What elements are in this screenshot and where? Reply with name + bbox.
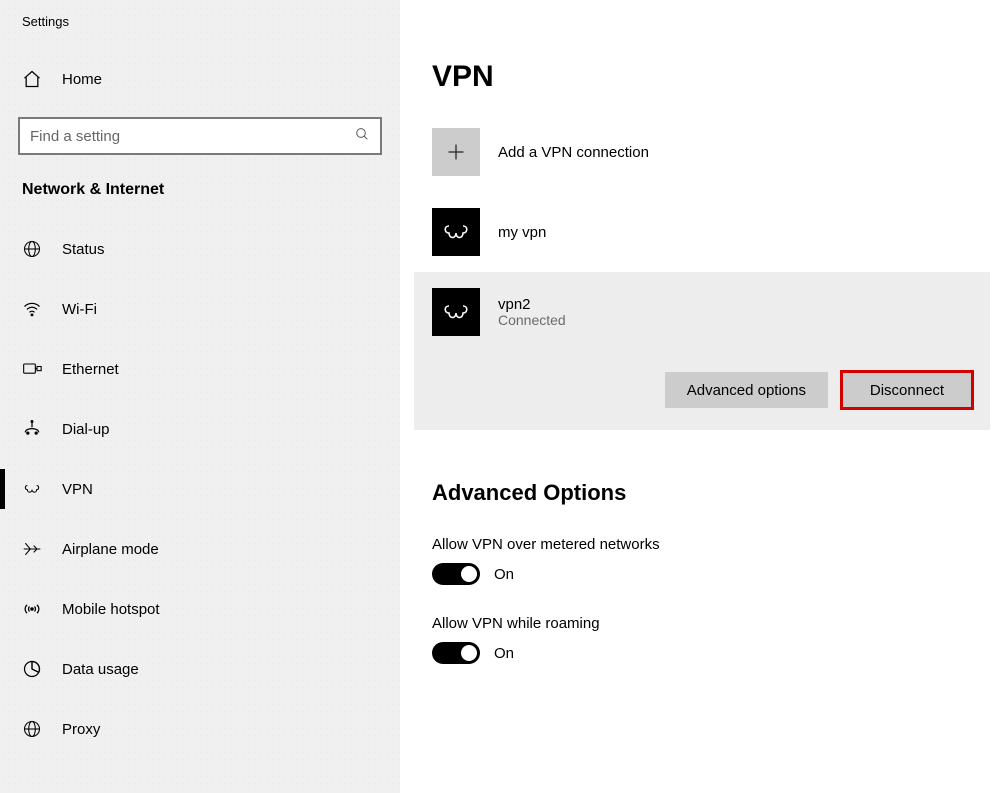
advanced-options-section: Advanced Options Allow VPN over metered … xyxy=(432,480,990,664)
vpn-connection-status: Connected xyxy=(498,312,566,328)
sidebar-item-status[interactable]: Status xyxy=(0,219,400,279)
sidebar-item-dialup[interactable]: Dial-up xyxy=(0,399,400,459)
toggle-metered[interactable] xyxy=(432,563,480,585)
sidebar-item-proxy[interactable]: Proxy xyxy=(0,699,400,759)
sidebar-item-label: Mobile hotspot xyxy=(62,601,160,618)
search-input[interactable] xyxy=(30,128,319,145)
sidebar-home-label: Home xyxy=(62,71,102,88)
vpn-connection-icon xyxy=(432,288,480,336)
sidebar-item-airplane-mode[interactable]: Airplane mode xyxy=(0,519,400,579)
vpn-connection-name: vpn2 xyxy=(498,296,566,313)
data-usage-icon xyxy=(22,659,46,679)
option-metered: Allow VPN over metered networks On xyxy=(432,536,990,585)
sidebar: Settings Home Network & Internet Status xyxy=(0,0,400,793)
sidebar-item-mobile-hotspot[interactable]: Mobile hotspot xyxy=(0,579,400,639)
page-heading: VPN xyxy=(432,60,990,94)
home-icon xyxy=(22,69,46,89)
disconnect-button[interactable]: Disconnect xyxy=(842,372,972,408)
toggle-state-label: On xyxy=(494,566,514,583)
toggle-state-label: On xyxy=(494,645,514,662)
search-icon xyxy=(354,126,370,146)
toggle-roaming[interactable] xyxy=(432,642,480,664)
sidebar-item-wifi[interactable]: Wi-Fi xyxy=(0,279,400,339)
airplane-icon xyxy=(22,539,46,559)
sidebar-item-label: Dial-up xyxy=(62,421,110,438)
advanced-options-heading: Advanced Options xyxy=(432,480,990,506)
sidebar-item-data-usage[interactable]: Data usage xyxy=(0,639,400,699)
search-wrap xyxy=(18,117,382,155)
sidebar-item-label: Data usage xyxy=(62,661,139,678)
option-label: Allow VPN over metered networks xyxy=(432,536,990,553)
sidebar-item-label: Status xyxy=(62,241,105,258)
vpn-connection-icon xyxy=(432,208,480,256)
vpn-connection-item-selected[interactable]: vpn2 Connected Advanced options Disconne… xyxy=(414,272,990,430)
sidebar-item-label: Proxy xyxy=(62,721,100,738)
sidebar-item-ethernet[interactable]: Ethernet xyxy=(0,339,400,399)
option-roaming: Allow VPN while roaming On xyxy=(432,615,990,664)
sidebar-item-label: Airplane mode xyxy=(62,541,159,558)
sidebar-item-vpn[interactable]: VPN xyxy=(0,459,400,519)
main-content: VPN Add a VPN connection my vpn xyxy=(400,0,1004,793)
add-vpn-connection[interactable]: Add a VPN connection xyxy=(432,128,990,176)
search-box[interactable] xyxy=(18,117,382,155)
advanced-options-button[interactable]: Advanced options xyxy=(665,372,828,408)
sidebar-section-header: Network & Internet xyxy=(0,181,400,219)
vpn-connection-name: my vpn xyxy=(498,224,546,241)
vpn-icon xyxy=(22,479,46,499)
sidebar-home[interactable]: Home xyxy=(0,57,400,101)
add-vpn-label: Add a VPN connection xyxy=(498,144,649,161)
proxy-icon xyxy=(22,719,46,739)
plus-icon xyxy=(432,128,480,176)
wifi-icon xyxy=(22,299,46,319)
ethernet-icon xyxy=(22,359,46,379)
sidebar-item-label: VPN xyxy=(62,481,93,498)
vpn-connection-item[interactable]: my vpn xyxy=(432,204,990,260)
sidebar-item-label: Wi-Fi xyxy=(62,301,97,318)
hotspot-icon xyxy=(22,599,46,619)
sidebar-item-label: Ethernet xyxy=(62,361,119,378)
globe-icon xyxy=(22,239,46,259)
dialup-icon xyxy=(22,419,46,439)
option-label: Allow VPN while roaming xyxy=(432,615,990,632)
window-title: Settings xyxy=(0,14,400,57)
